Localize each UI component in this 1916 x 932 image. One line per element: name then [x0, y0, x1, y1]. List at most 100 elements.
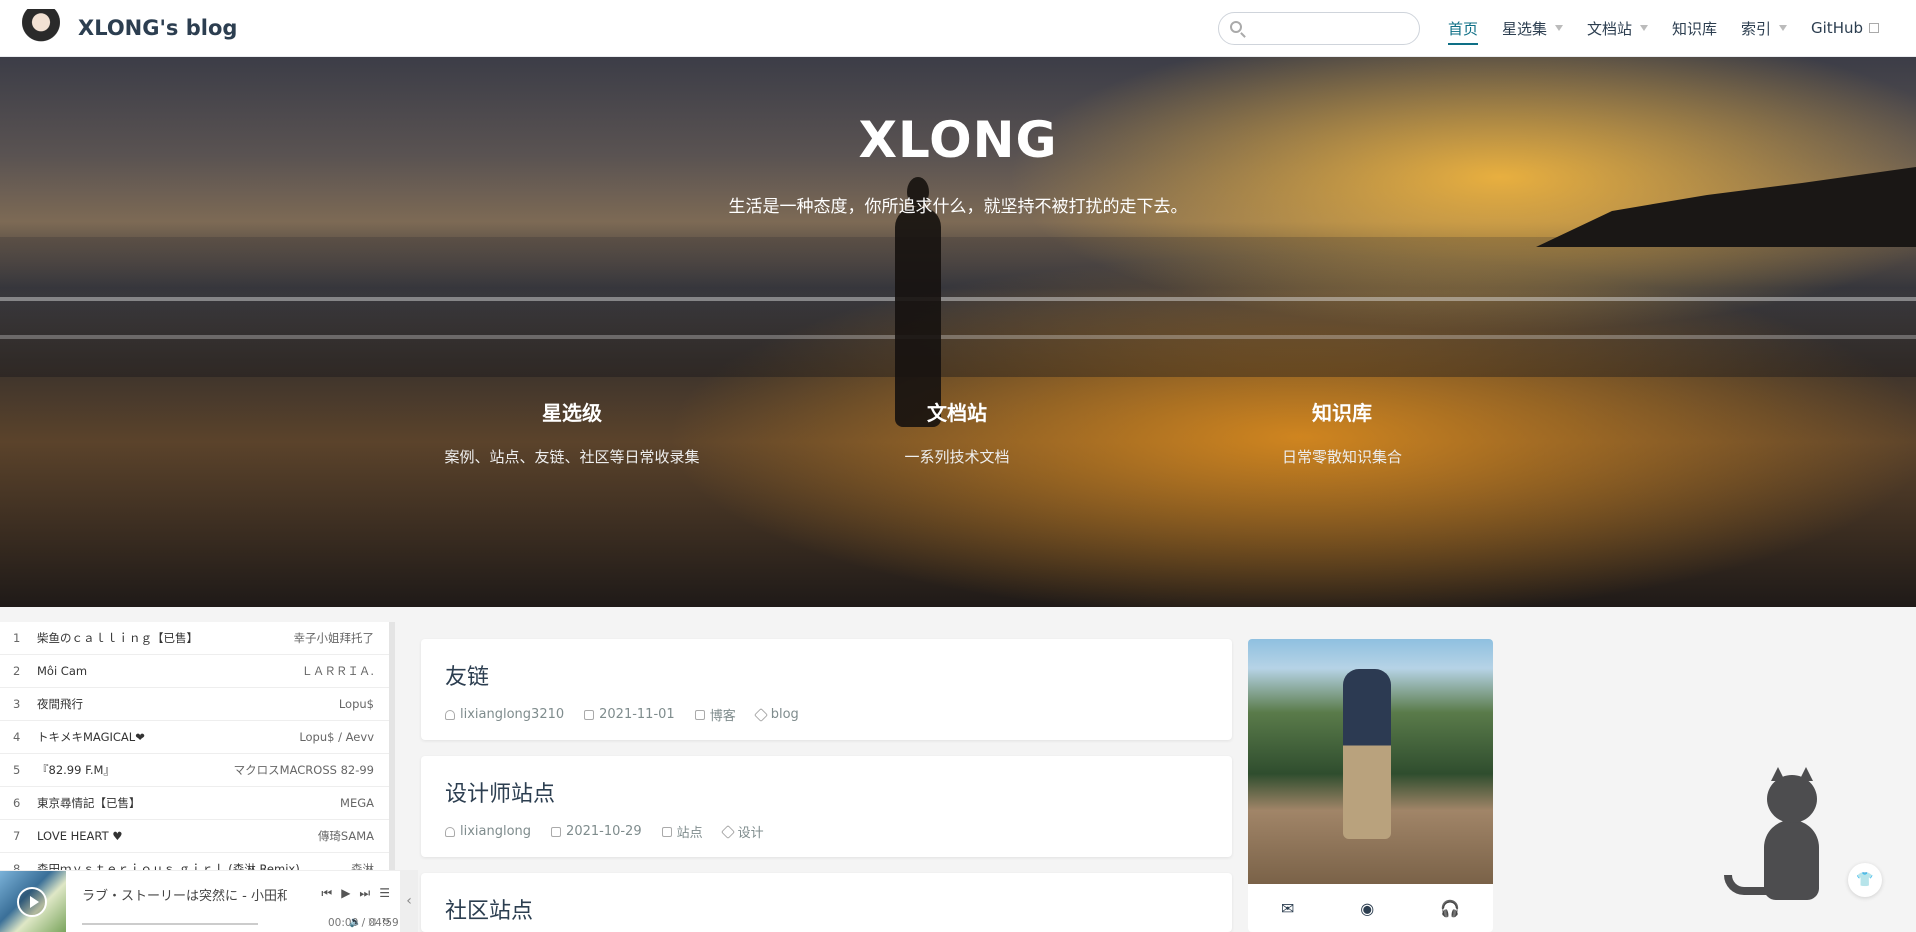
- nav-links: 首页 星选集 文档站 知识库 索引 GitHub: [1217, 0, 1891, 56]
- track-index: 6: [13, 796, 21, 810]
- post-title[interactable]: 设计师站点: [445, 776, 1208, 808]
- profile-social-links: ✉ ◉ 🎧: [1248, 884, 1493, 932]
- hero-wave: [0, 335, 1916, 339]
- track-index: 1: [13, 631, 21, 645]
- track-index: 5: [13, 763, 21, 777]
- mail-icon[interactable]: ✉: [1281, 899, 1294, 918]
- tag-icon: [753, 707, 768, 722]
- feature-docs[interactable]: 文档站 一系列技术文档: [767, 397, 1147, 467]
- dropdown-caret-icon: [1779, 25, 1788, 31]
- track-title: 森田ｍｙｓｔｅｒｉｏｕｓ ｇｉｒｌ (森淋 Remix): [37, 862, 300, 870]
- hero-banner: XLONG 生活是一种态度，你所追求什么，就坚持不被打扰的走下去。 星选级 案例…: [0, 57, 1916, 607]
- track-artist: Lopu$ / Aevv: [299, 730, 374, 744]
- nav-home[interactable]: 首页: [1447, 0, 1478, 56]
- playlist-item[interactable]: 5 『82.99 F.M』 マクロスMACROSS 82-99: [0, 754, 389, 787]
- hero-description: 生活是一种态度，你所追求什么，就坚持不被打扰的走下去。: [728, 197, 1188, 217]
- nav-github-label: GitHub: [1811, 19, 1863, 37]
- post-card[interactable]: 友链 lixianglong3210 2021-11-01 博客 blog: [421, 639, 1232, 740]
- theme-shirt-icon[interactable]: 👕: [1848, 863, 1882, 897]
- post-category[interactable]: 站点: [661, 822, 703, 841]
- player-info: ラブ・ストーリーは突然に - 小田和正 ⏮ ▶ ⏭ ☰ 00:00 / 04:5…: [66, 871, 400, 932]
- repeat-icon[interactable]: ↻: [382, 917, 390, 928]
- post-author: lixianglong3210: [445, 707, 564, 722]
- nav-github[interactable]: GitHub: [1811, 0, 1879, 56]
- nav-collection-label: 星选集: [1501, 19, 1547, 38]
- hero-title: XLONG: [858, 111, 1058, 169]
- top-navbar: XLONG's blog 首页 星选集 文档站 知识库 索引 GitHub: [0, 0, 1916, 57]
- tag-text: 设计: [737, 826, 764, 841]
- photo-person: [1343, 669, 1391, 839]
- play-icon[interactable]: ▶: [341, 886, 350, 901]
- playlist-item[interactable]: 4 トキメキMAGICAL❤ Lopu$ / Aevv: [0, 721, 389, 754]
- post-card[interactable]: 社区站点: [421, 873, 1232, 932]
- headphones-icon[interactable]: 🎧: [1440, 899, 1460, 918]
- hero-sea: [0, 237, 1916, 377]
- hero-wave: [0, 297, 1916, 301]
- playlist-item[interactable]: 2 Môi Cam ＬＡＲＲＩＡ.: [0, 655, 389, 688]
- feature-title: 星选级: [542, 401, 602, 425]
- playlist-item[interactable]: 1 柴鱼のｃａｌｌｉｎｇ【已售】 幸子小姐拜托了: [0, 622, 389, 655]
- post-tag[interactable]: blog: [753, 707, 799, 722]
- nav-knowledge[interactable]: 知识库: [1672, 0, 1717, 56]
- search-input[interactable]: [1218, 12, 1419, 44]
- playlist-item[interactable]: 3 夜間飛行 Lopu$: [0, 688, 389, 721]
- nav-collection[interactable]: 星选集: [1502, 0, 1563, 56]
- site-name[interactable]: XLONG's blog: [78, 16, 237, 40]
- calendar-icon: [551, 826, 562, 837]
- track-artist: 傳琦SAMA: [317, 829, 374, 843]
- playlist-item[interactable]: 7 LOVE HEART ♥ 傳琦SAMA: [0, 820, 389, 853]
- nav-index-label: 索引: [1741, 19, 1772, 38]
- post-title[interactable]: 社区站点: [445, 893, 1208, 925]
- post-category[interactable]: 博客: [694, 705, 736, 724]
- github-icon[interactable]: ◉: [1360, 899, 1374, 918]
- author-name: lixianglong3210: [460, 707, 565, 722]
- nav-docs[interactable]: 文档站: [1587, 0, 1648, 56]
- playlist-menu-icon[interactable]: ☰: [379, 886, 390, 901]
- post-card[interactable]: 设计师站点 lixianglong 2021-10-29 站点 设计: [421, 756, 1232, 857]
- post-date: 2021-10-29: [551, 824, 642, 839]
- user-icon: [445, 709, 455, 720]
- playlist-item[interactable]: 6 東京尋情記【已售】 MEGA: [0, 787, 389, 820]
- track-title: 東京尋情記【已售】: [37, 796, 141, 810]
- collapse-player-button[interactable]: ‹: [400, 870, 418, 932]
- playlist-item[interactable]: 8 森田ｍｙｓｔｅｒｉｏｕｓ ｇｉｒｌ (森淋 Remix) 森淋: [0, 853, 389, 870]
- external-link-icon: [1869, 23, 1879, 33]
- track-title: Môi Cam: [37, 664, 88, 678]
- feature-knowledge[interactable]: 知识库 日常零散知识集合: [1152, 397, 1532, 467]
- shuffle-icon[interactable]: ⤨: [368, 917, 376, 928]
- volume-icon[interactable]: 🔈: [349, 917, 361, 928]
- calendar-icon: [584, 709, 595, 720]
- music-playlist: 1 柴鱼のｃａｌｌｉｎｇ【已售】 幸子小姐拜托了 2 Môi Cam ＬＡＲＲＩＡ. 3…: [0, 622, 395, 870]
- nav-home-label: 首页: [1447, 18, 1478, 45]
- author-name: lixianglong: [460, 824, 532, 839]
- player-mini-controls: 🔈 ⤨ ↻: [349, 917, 390, 928]
- tag-icon: [720, 824, 735, 839]
- track-index: 7: [13, 829, 21, 843]
- feature-title: 文档站: [927, 401, 987, 425]
- prev-track-icon[interactable]: ⏮: [321, 886, 332, 901]
- play-circle-icon[interactable]: [17, 887, 47, 917]
- search-box[interactable]: [1217, 11, 1420, 45]
- nav-index[interactable]: 索引: [1741, 0, 1788, 56]
- track-title: トキメキMAGICAL❤: [37, 730, 145, 744]
- avatar-logo-icon[interactable]: [22, 9, 60, 47]
- track-index: 8: [13, 862, 21, 870]
- track-index: 2: [13, 664, 21, 678]
- post-meta: lixianglong 2021-10-29 站点 设计: [445, 822, 1208, 841]
- track-index: 3: [13, 697, 21, 711]
- progress-bar[interactable]: [82, 923, 258, 925]
- dropdown-caret-icon: [1639, 25, 1648, 31]
- next-track-icon[interactable]: ⏭: [359, 886, 370, 901]
- track-artist: ＬＡＲＲＩＡ.: [301, 664, 374, 678]
- post-tag[interactable]: 设计: [720, 822, 764, 841]
- date-text: 2021-11-01: [599, 707, 675, 722]
- album-cover[interactable]: [0, 871, 66, 932]
- feature-desc: 日常零散知识集合: [1281, 448, 1402, 466]
- feature-desc: 一系列技术文档: [904, 448, 1010, 466]
- post-title[interactable]: 友链: [445, 659, 1208, 691]
- track-title: 夜間飛行: [37, 697, 83, 711]
- category-text: 站点: [676, 826, 703, 841]
- track-artist: マクロスMACROSS 82-99: [233, 763, 374, 777]
- hero-figure: [895, 177, 941, 427]
- feature-collection[interactable]: 星选级 案例、站点、友链、社区等日常收录集: [382, 397, 762, 467]
